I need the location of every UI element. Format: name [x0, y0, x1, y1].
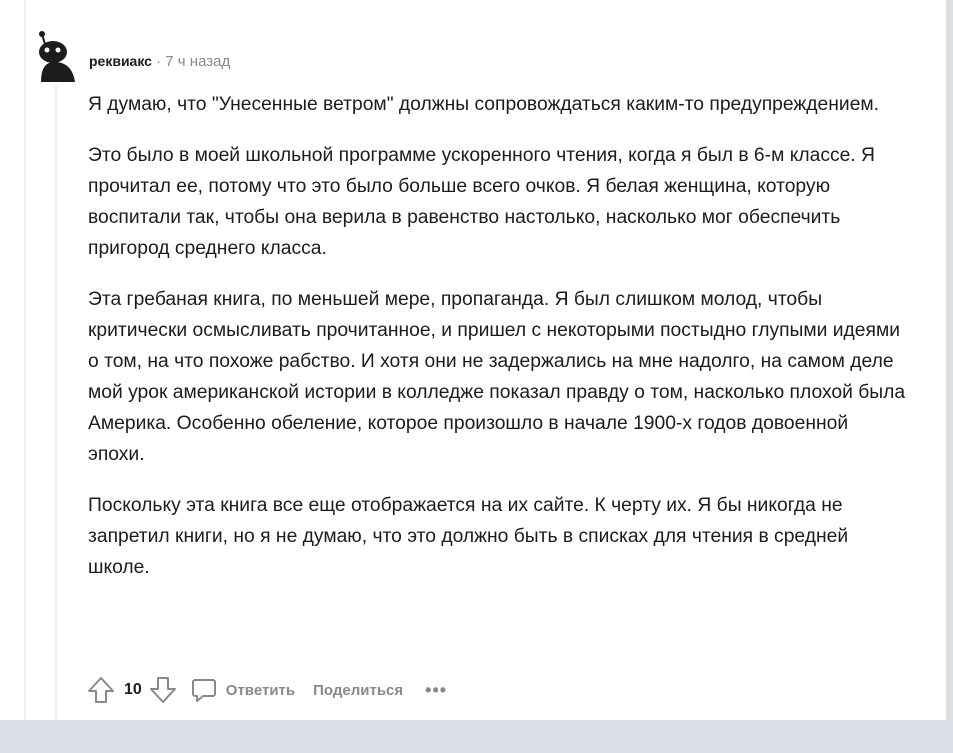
comment-paragraph: Эта гребаная книга, по меньшей мере, про…	[88, 289, 906, 465]
reply-button[interactable]: Ответить	[190, 676, 295, 704]
comment-paragraph: Это было в моей школьной программе ускор…	[88, 145, 875, 259]
parent-thread-line[interactable]	[24, 0, 26, 720]
snoo-avatar-icon	[39, 31, 75, 82]
meta-separator: ·	[156, 53, 162, 70]
comment-body: Я думаю, что "Унесенные ветром" должны с…	[88, 89, 908, 603]
username-link[interactable]: реквиакс	[89, 53, 152, 69]
share-button[interactable]: Поделиться	[313, 682, 403, 699]
downvote-button[interactable]	[148, 674, 178, 706]
reply-label: Ответить	[225, 681, 296, 699]
comment-card: реквиакс · 7 ч назад Я думаю, что "Унесе…	[0, 0, 946, 720]
downvote-arrow-icon	[149, 677, 176, 703]
comment-timestamp[interactable]: 7 ч назад	[165, 53, 230, 70]
comment-meta: реквиакс · 7 ч назад	[89, 51, 230, 71]
upvote-button[interactable]	[86, 674, 116, 706]
comment-paragraph: Я думаю, что "Унесенные ветром" должны с…	[88, 94, 880, 115]
upvote-arrow-icon	[88, 677, 114, 703]
comment-paragraph: Поскольку эта книга все еще отображается…	[88, 495, 849, 578]
vote-score: 10	[124, 681, 142, 698]
more-options-button[interactable]: •••	[425, 680, 447, 701]
comment-bubble-icon	[191, 679, 216, 702]
comment-thread-line[interactable]	[55, 84, 57, 720]
user-avatar[interactable]	[33, 30, 79, 82]
comment-actions: 10 Ответить Поделиться •••	[86, 672, 447, 708]
